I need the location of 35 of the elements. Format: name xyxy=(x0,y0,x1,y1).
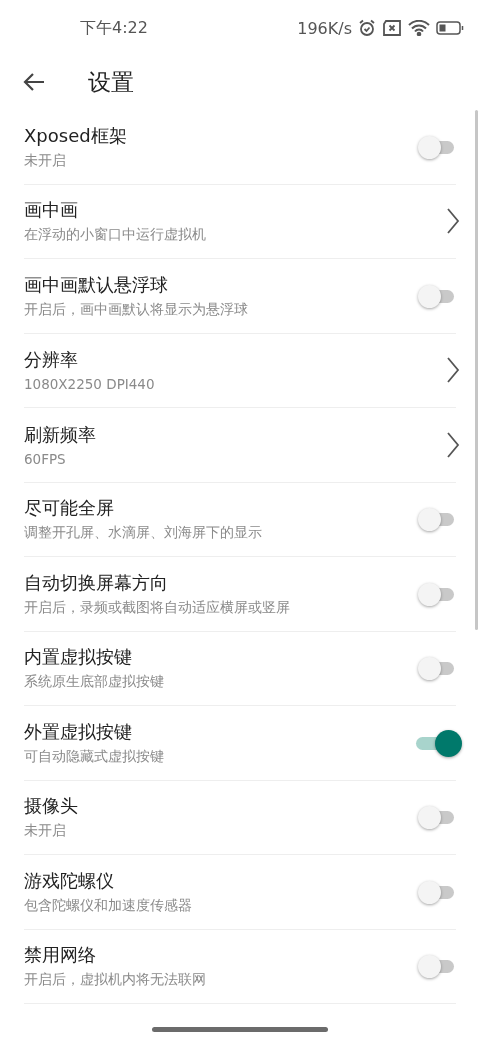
setting-description: 调整开孔屏、水滴屏、刘海屏下的显示 xyxy=(24,524,263,543)
setting-title: 游戏陀螺仪 xyxy=(24,868,115,893)
setting-title: 内置虚拟按键 xyxy=(24,645,133,670)
setting-description: 系统原生底部虚拟按键 xyxy=(24,673,165,692)
chevron-right-icon[interactable] xyxy=(446,357,460,384)
setting-title: 尽可能全屏 xyxy=(24,496,115,521)
setting-description: 开启后，画中画默认将显示为悬浮球 xyxy=(24,300,249,319)
setting-description: 在浮动的小窗口中运行虚拟机 xyxy=(24,226,207,245)
setting-description: 60FPS xyxy=(24,450,67,467)
chevron-right-icon[interactable] xyxy=(446,431,460,458)
setting-description: 包含陀螺仪和加速度传感器 xyxy=(24,896,193,915)
battery-icon xyxy=(436,21,464,35)
network-speed: 196K/s xyxy=(297,18,352,38)
setting-title: Xposed框架 xyxy=(24,123,128,148)
setting-description: 未开启 xyxy=(24,822,67,841)
wifi-icon xyxy=(408,20,430,36)
setting-description: 1080X2250 DPI440 xyxy=(24,376,156,393)
setting-description: 开启后，虚拟机内将无法联网 xyxy=(24,971,207,990)
alarm-clock-icon xyxy=(358,19,376,37)
setting-title: 画中画 xyxy=(24,198,79,223)
setting-title: 刷新频率 xyxy=(24,422,97,447)
setting-title: 画中画默认悬浮球 xyxy=(24,272,169,297)
setting-description: 未开启 xyxy=(24,151,67,170)
setting-title: 摄像头 xyxy=(24,794,79,819)
setting-title: 外置虚拟按键 xyxy=(24,719,133,744)
setting-title: 自动切换屏幕方向 xyxy=(24,570,169,595)
setting-description: 可自动隐藏式虚拟按键 xyxy=(24,747,165,766)
chevron-right-icon[interactable] xyxy=(446,208,460,235)
sim-card-icon xyxy=(382,20,402,36)
setting-description: 开启后，录频或截图将自动适应横屏或竖屏 xyxy=(24,598,291,617)
back-button[interactable] xyxy=(22,72,46,92)
setting-title: 禁用网络 xyxy=(24,943,97,968)
page-title: 设置 xyxy=(88,67,134,97)
clock-time: 下午4:22 xyxy=(80,17,148,39)
setting-title: 分辨率 xyxy=(24,348,79,373)
